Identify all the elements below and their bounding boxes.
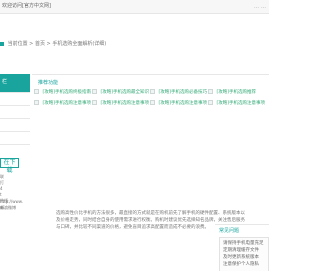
featured-item-label: [攻略]手机选购注意事项 [42, 101, 91, 106]
faq-line: 及时更新系统版本 [223, 255, 259, 260]
thumbnail-icon [34, 100, 39, 105]
faq-line: 请保持手机电量充足 [223, 241, 264, 246]
featured-item[interactable]: [攻略]手机选购最全知识 [92, 89, 149, 99]
featured-item-label: [攻略]手机选购注意事项 [100, 101, 149, 106]
featured-item[interactable]: [攻略]手机选购推荐 [208, 89, 256, 99]
featured-item[interactable]: [攻略]手机选购注意事项 [208, 100, 265, 110]
faq-section: 常见问题 请保持手机电量充足 定期清理缓存文件 及时更新系统版本 注意保护个人隐… [215, 224, 269, 271]
thumbnail-icon [92, 89, 97, 94]
home-icon [0, 41, 4, 46]
breadcrumb-text: 当前位置 > 首页 > 手机选购全面解析(详细) [7, 41, 107, 47]
featured-item-label: [攻略]手机选购注意事项 [158, 101, 207, 106]
featured-section: 推荐功能 [攻略]手机选购终极指南 [攻略]手机选购最全知识 [攻略]手机选购必… [32, 74, 269, 114]
bottom-label-2[interactable]: 新浪微博 [0, 205, 16, 211]
top-bar-right-1[interactable]: … [254, 4, 260, 10]
thumbnail-icon [208, 100, 213, 105]
featured-item[interactable]: [攻略]手机选购注意事项 [34, 100, 91, 110]
faq-line: 定期清理缓存文件 [223, 248, 259, 253]
page: { "topbar": { "text": "欢迎访问[官方中文网]", "ri… [0, 0, 269, 271]
featured-item[interactable]: [攻略]手机选购注意事项 [150, 100, 207, 110]
featured-grid: [攻略]手机选购终极指南 [攻略]手机选购最全知识 [攻略]手机选购必备技巧 [… [34, 89, 267, 113]
featured-item-label: [攻略]手机选购推荐 [216, 90, 256, 95]
thumbnail-icon [150, 100, 155, 105]
breadcrumb: 当前位置 > 首页 > 手机选购全面解析(详细) [0, 40, 106, 47]
top-bar-text: 欢迎访问[官方中文网] [2, 3, 51, 9]
thumbnail-icon [208, 89, 213, 94]
featured-item-label: [攻略]手机选购最全知识 [100, 90, 149, 95]
featured-item[interactable]: [攻略]手机选购必备技巧 [150, 89, 207, 99]
thumbnail-icon [150, 89, 155, 94]
faq-line: 注意保护个人隐私 [223, 262, 259, 267]
featured-title: 推荐功能 [38, 80, 59, 86]
bottom-label-1: 热线 [0, 198, 8, 203]
faq-title: 常见问题 [219, 228, 240, 234]
featured-item-label: [攻略]手机选购注意事项 [216, 101, 265, 106]
sidebar-item-2[interactable] [0, 106, 30, 118]
download-button[interactable]: 在下载 [0, 158, 19, 174]
thumbnail-icon [34, 89, 39, 94]
featured-item-label: [攻略]手机选购必备技巧 [158, 90, 207, 95]
top-bar: 欢迎访问[官方中文网] … … [0, 0, 269, 14]
sidebar-item-3[interactable] [0, 119, 30, 131]
contact-line-4: t [0, 192, 2, 197]
thumbnail-icon [92, 100, 97, 105]
contact-line-3: 4 [0, 186, 3, 191]
sidebar: 栏 在下载 联 打 4 t http://www. 邮... [0, 74, 30, 270]
sidebar-head: 栏 [0, 74, 30, 92]
faq-box: 请保持手机电量充足 定期清理缓存文件 及时更新系统版本 注意保护个人隐私 [219, 237, 269, 271]
sidebar-item-4[interactable] [0, 132, 30, 144]
sidebar-item-5[interactable] [0, 145, 30, 157]
featured-item[interactable]: [攻略]手机选购终极指南 [34, 89, 91, 99]
sidebar-item-1[interactable] [0, 93, 30, 105]
featured-item[interactable]: [攻略]手机选购注意事项 [92, 100, 149, 110]
featured-item-label: [攻略]手机选购终极指南 [42, 90, 91, 95]
top-bar-right-2[interactable]: … [261, 4, 267, 10]
